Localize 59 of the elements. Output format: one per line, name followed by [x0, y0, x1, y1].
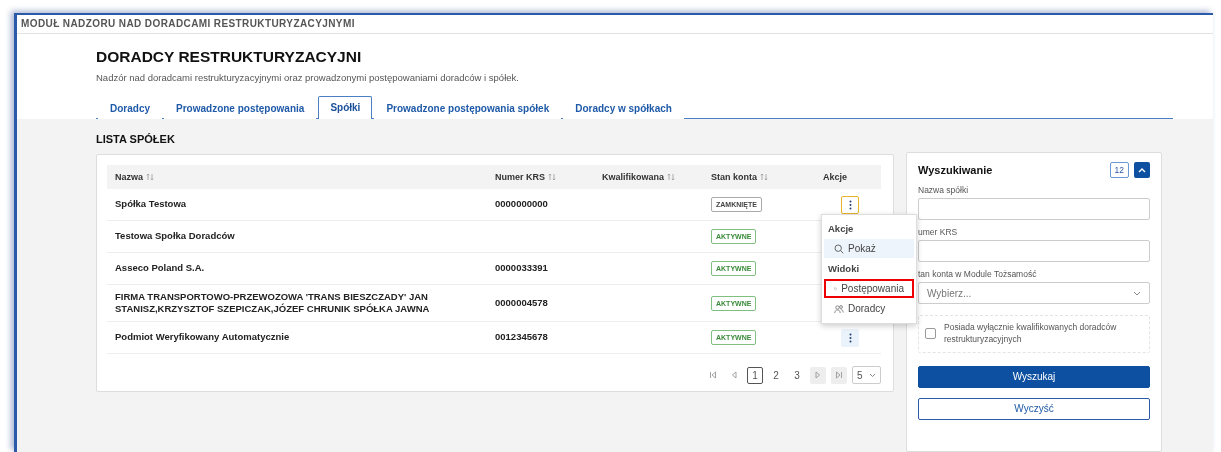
- select-field[interactable]: Wybierz...: [918, 282, 1150, 304]
- text-field[interactable]: [918, 240, 1150, 262]
- last-page-icon: [835, 371, 843, 379]
- sort-icon[interactable]: [760, 173, 768, 181]
- filter-count: 12: [1109, 162, 1129, 178]
- sort-icon[interactable]: [548, 173, 556, 181]
- kebab-icon: [848, 199, 852, 210]
- krs-number: 0012345678: [495, 331, 548, 344]
- actions-button[interactable]: [841, 328, 859, 347]
- column-header: Kwalifikowana: [602, 172, 664, 182]
- clear-button[interactable]: Wyczyść: [918, 397, 1150, 420]
- krs-number: 0000033391: [495, 262, 548, 275]
- first-page-icon: [709, 371, 717, 379]
- collapse-button[interactable]: [1134, 162, 1150, 178]
- search-button[interactable]: Wyszukaj: [918, 365, 1150, 388]
- company-name: Asseco Poland S.A.: [115, 262, 205, 275]
- checkbox-label: Posiada wyłącznie kwalifikowanych doradców restrukturyzacyjnych: [944, 322, 1118, 346]
- last-page-button[interactable]: [831, 366, 847, 384]
- krs-number: 0000004578: [495, 296, 548, 310]
- search-icon: [834, 243, 844, 254]
- column-header: Nazwa: [115, 172, 143, 182]
- company-name: FIRMA TRANSPORTOWO-PRZEWOZOWA 'TRANS BIESZCZADY' JAN STANISZ,KRZYSZTOF SZEPICZAK,JÓZEF CHRUNIK SPÓŁKA JAWNA: [115, 290, 431, 316]
- page-button[interactable]: 2: [768, 366, 784, 384]
- text-field[interactable]: [918, 198, 1150, 220]
- column-header: Stan konta: [711, 172, 757, 182]
- kebab-icon: [848, 332, 852, 343]
- chevron-down-icon: [1133, 290, 1141, 296]
- column-header: Numer KRS: [495, 172, 545, 182]
- company-name: Spółka Testowa: [115, 198, 187, 211]
- checkbox[interactable]: [925, 328, 936, 340]
- column-header: Akcje: [823, 172, 848, 182]
- next-icon: [814, 371, 822, 379]
- tab[interactable]: Spółki: [318, 95, 373, 120]
- people-icon: [834, 303, 844, 314]
- menu-item[interactable]: Pokaż: [824, 239, 914, 258]
- sort-icon[interactable]: [667, 173, 675, 181]
- company-name: Testowa Społka Doradców: [115, 230, 235, 243]
- actions-button[interactable]: [841, 195, 859, 214]
- chevron-down-icon: [869, 372, 876, 378]
- next-page-button[interactable]: [810, 366, 826, 384]
- chevron-up-icon: [1138, 167, 1146, 173]
- sort-icon[interactable]: [146, 173, 154, 181]
- section-title: LISTA SPÓŁEK: [96, 133, 176, 145]
- field-label: Nazwa spółki: [918, 185, 970, 195]
- field-label: umer KRS: [918, 227, 959, 237]
- menu-item[interactable]: Postępowania: [824, 279, 914, 298]
- company-name: Podmiot Weryfikowany Automatycznie: [115, 331, 290, 344]
- previous-icon: [730, 371, 738, 379]
- page-size-select[interactable]: 5: [852, 366, 881, 384]
- page-button[interactable]: 1: [747, 366, 763, 384]
- menu-heading: Widoki: [827, 262, 861, 276]
- page-button[interactable]: 3: [789, 366, 805, 384]
- krs-number: 0000000000: [495, 198, 548, 211]
- field-label: tan konta w Module Tożsamość: [918, 269, 1038, 279]
- page-title: DORADCY RESTRUKTURYZACYJNI: [96, 47, 363, 66]
- menu-heading: Akcje: [827, 222, 855, 236]
- page-description: Nadzór nad doradcami restrukturyzacyjnymi oraz prowadzonymi postępowaniami doradców i spółek.: [96, 71, 520, 83]
- panel-title: Wyszukiwanie: [918, 164, 994, 176]
- module-title: MODUŁ NADZORU NAD DORADCAMI RESTRUKTURYZACYJNYMI: [21, 18, 355, 30]
